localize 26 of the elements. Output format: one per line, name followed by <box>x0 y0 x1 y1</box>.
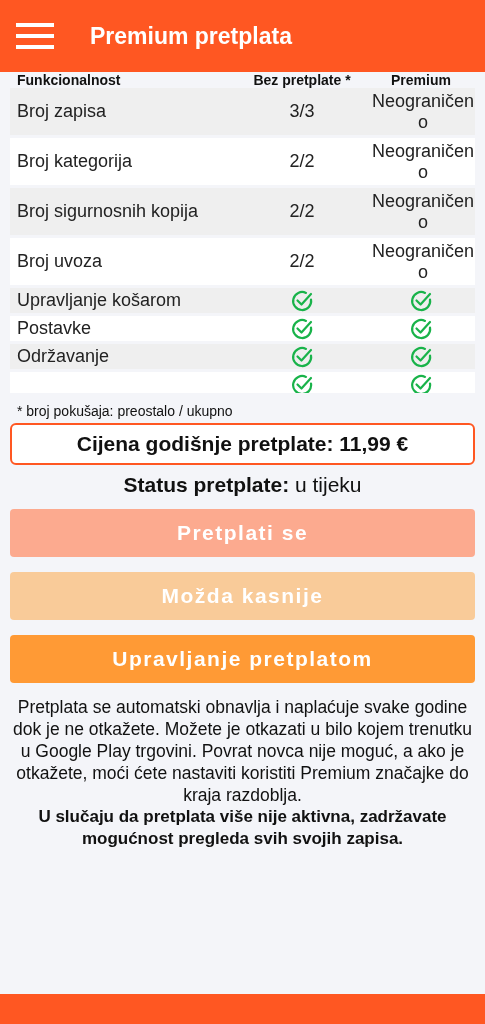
menu-icon[interactable] <box>16 23 54 49</box>
column-header: Premium <box>390 72 452 88</box>
feature-name: Broj uvoza <box>17 251 104 272</box>
feature-name: Broj sigurnosnih kopija <box>17 201 200 222</box>
feature-name: Postavke <box>17 318 93 339</box>
free-limit: 2/2 <box>288 251 316 272</box>
action-button[interactable]: Upravljanje pretplatom <box>10 635 475 683</box>
column-header: Bez pretplate * <box>252 72 352 88</box>
premium-limit: Neograničeno <box>370 240 476 283</box>
feature-name: Broj kategorija <box>17 151 134 172</box>
premium-limit: Neograničeno <box>370 140 476 183</box>
free-limit: 2/2 <box>288 151 316 172</box>
footnote: * broj pokušaja: preostalo / ukupno <box>16 402 234 421</box>
page-title: Premium pretplata <box>90 22 292 50</box>
info-text: Pretplata se automatski obnavlja i naplaćuje svake godine dok je ne otkažete. Možete je otkazati u bilo kojem trenutku u Google Play trgovini. Povrat novca nije moguć, a ako je otkažete, moći ćete nastaviti koristiti Premium značajke do kraja razdoblja. <box>11 696 474 806</box>
note-text: U slučaju da pretplata više nije aktivna, zadržavate mogućnost pregleda svih svojih zapisa. <box>37 806 448 850</box>
premium-limit: Neograničeno <box>370 190 476 233</box>
feature-name: Održavanje <box>17 346 111 367</box>
price-label: Cijena godišnje pretplate: 11,99 € <box>10 423 475 465</box>
subscription-status: Status pretplate: u tijeku <box>122 473 363 497</box>
free-limit: 3/3 <box>288 101 316 122</box>
feature-name: Broj zapisa <box>17 101 108 122</box>
premium-limit: Neograničeno <box>370 90 476 133</box>
feature-name: Upravljanje košarom <box>17 290 183 311</box>
column-header: Funkcionalnost <box>17 72 122 88</box>
free-limit: 2/2 <box>288 201 316 222</box>
